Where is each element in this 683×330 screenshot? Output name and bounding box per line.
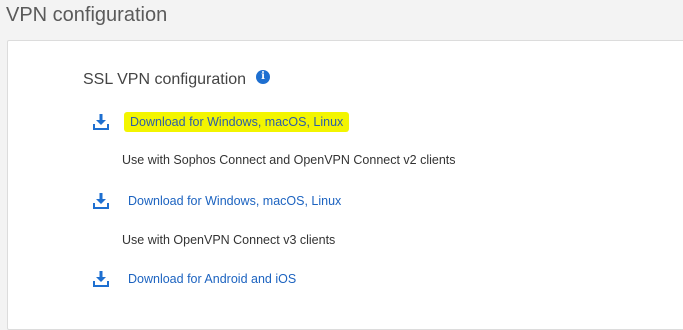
section-heading: SSL VPN configuration i (83, 70, 271, 89)
download-link-android-ios[interactable]: Download for Android and iOS (124, 270, 300, 288)
download-link-windows-macos-linux-v2[interactable]: Download for Windows, macOS, Linux (124, 112, 350, 132)
download-icon[interactable] (92, 113, 110, 131)
download-row-3: Download for Android and iOS (92, 270, 300, 288)
section-title: SSL VPN configuration (83, 71, 247, 88)
download-description-2: Use with OpenVPN Connect v3 clients (122, 233, 336, 247)
download-row-1: Download for Windows, macOS, Linux (92, 112, 350, 132)
download-description-1: Use with Sophos Connect and OpenVPN Conn… (122, 153, 456, 167)
download-icon[interactable] (92, 192, 110, 210)
download-icon[interactable] (92, 270, 110, 288)
download-link-windows-macos-linux-v3[interactable]: Download for Windows, macOS, Linux (124, 192, 345, 210)
download-row-2: Download for Windows, macOS, Linux (92, 192, 345, 210)
info-icon[interactable]: i (256, 70, 271, 84)
ssl-vpn-panel: SSL VPN configuration i Download for Win… (7, 40, 683, 330)
page-title: VPN configuration (6, 4, 168, 26)
